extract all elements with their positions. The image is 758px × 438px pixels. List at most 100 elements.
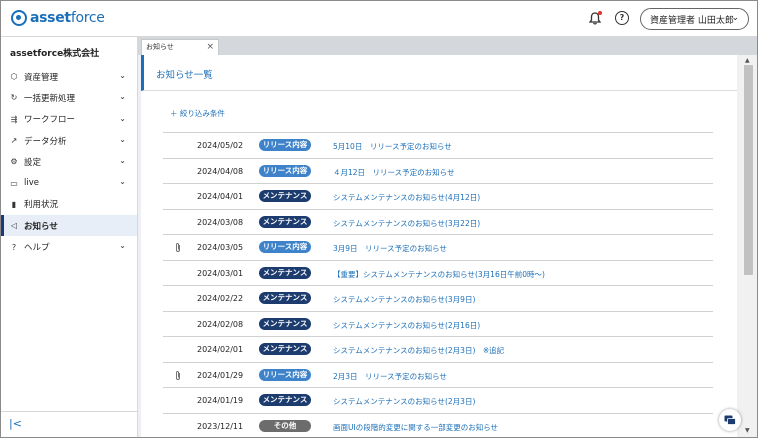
- notice-title-link[interactable]: 【重要】システムメンテナンスのお知らせ(3月16日午前0時〜): [333, 269, 545, 280]
- sidebar-nav: ⬡ 資産管理 ⌄ ↻ 一括更新処理 ⌄ ⇶ ワークフロー ⌄ ↗ データ分析 ⌄ ⚙ 設定 ⌄ ▭ live ⌄ ▮…: [1, 66, 137, 258]
- table-row[interactable]: 2024/03/05 リリース内容 3月9日 リリース予定のお知らせ: [163, 234, 713, 260]
- sidebar-item-8[interactable]: ? ヘルプ ⌄: [1, 236, 137, 257]
- notice-date: 2023/12/11: [197, 421, 244, 431]
- tab-bar: お知らせ ×: [138, 37, 757, 55]
- logo-text-bold: asset: [30, 10, 71, 26]
- filter-toggle-button[interactable]: ＋ 絞り込み条件: [170, 108, 225, 119]
- sidebar-item-5[interactable]: ▭ live ⌄: [1, 172, 137, 193]
- notice-title-link[interactable]: 5月10日 リリース予定のお知らせ: [333, 141, 452, 152]
- notice-title-link[interactable]: ４月12日 リリース予定のお知らせ: [333, 167, 455, 178]
- sidebar-item-label: 一括更新処理: [24, 93, 76, 104]
- tab-notices[interactable]: お知らせ ×: [141, 39, 219, 55]
- bar-chart-icon: ▮: [11, 199, 17, 209]
- table-row[interactable]: 2023/12/11 その他 画面UIの段階的変更に関する一部変更のお知らせ: [163, 412, 713, 438]
- notice-title-link[interactable]: システムメンテナンスのお知らせ(3月22日): [333, 218, 480, 229]
- table-row[interactable]: 2024/04/08 リリース内容 ４月12日 リリース予定のお知らせ: [163, 157, 713, 184]
- page-title: お知らせ一覧: [156, 70, 213, 81]
- table-row[interactable]: 2024/02/08 メンテナンス システムメンテナンスのお知らせ(2月16日): [163, 310, 713, 337]
- sidebar-item-label: 設定: [24, 157, 42, 168]
- sidebar-item-label: 資産管理: [24, 72, 59, 83]
- app-header: assetforce ? 資産管理者 山田太郎 ⌄: [1, 1, 757, 37]
- scroll-up-icon[interactable]: ▲: [745, 57, 750, 64]
- notice-title-link[interactable]: システムメンテナンスのお知らせ(4月12日): [333, 192, 480, 203]
- chevron-down-icon: ⌄: [119, 241, 126, 251]
- sidebar-item-0[interactable]: ⬡ 資産管理 ⌄: [1, 66, 137, 87]
- notice-title-link[interactable]: 画面UIの段階的変更に関する一部変更のお知らせ: [333, 422, 498, 433]
- category-badge: リリース内容: [259, 139, 311, 151]
- table-row[interactable]: 2024/04/01 メンテナンス システムメンテナンスのお知らせ(4月12日): [163, 183, 713, 209]
- refresh-icon: ↻: [10, 93, 18, 103]
- sidebar-item-7[interactable]: ◁ お知らせ: [1, 215, 137, 237]
- analytics-icon: ↗: [10, 136, 18, 146]
- app-logo[interactable]: assetforce: [11, 10, 105, 26]
- notice-date: 2024/04/01: [197, 192, 244, 201]
- tab-label: お知らせ: [146, 43, 174, 51]
- table-row[interactable]: 2024/02/22 メンテナンス システムメンテナンスのお知らせ(3月9日): [163, 285, 713, 311]
- chat-support-button[interactable]: [719, 409, 741, 431]
- chevron-down-icon: ⌄: [119, 177, 126, 187]
- sidebar-item-label: お知らせ: [24, 221, 58, 232]
- sidebar: assetforce株式会社 ⬡ 資産管理 ⌄ ↻ 一括更新処理 ⌄ ⇶ ワークフロー ⌄ ↗ デー…: [1, 37, 138, 437]
- sidebar-item-label: 利用状況: [24, 200, 59, 211]
- user-menu-button[interactable]: 資産管理者 山田太郎 ⌄: [640, 8, 749, 30]
- category-badge: リリース内容: [259, 164, 311, 177]
- chat-icon: ▭: [10, 178, 18, 188]
- notice-list: 2024/05/02 リリース内容 5月10日 リリース予定のお知らせ 2024/04…: [163, 132, 713, 437]
- sidebar-item-label: live: [24, 178, 39, 189]
- notice-date: 2024/01/29: [197, 370, 244, 380]
- notice-title-link[interactable]: 2月3日 リリース予定のお知らせ: [333, 371, 447, 382]
- cube-icon: ⬡: [10, 72, 18, 82]
- sidebar-item-6[interactable]: ▮ 利用状況: [1, 194, 137, 215]
- notice-title-link[interactable]: システムメンテナンスのお知らせ(3月9日): [333, 294, 475, 305]
- table-row[interactable]: 2024/03/01 メンテナンス 【重要】システムメンテナンスのお知らせ(3月16…: [163, 259, 713, 286]
- sidebar-item-3[interactable]: ↗ データ分析 ⌄: [1, 130, 137, 151]
- gear-icon: ⚙: [10, 157, 18, 167]
- user-name-label: 資産管理者 山田太郎: [650, 15, 734, 26]
- notice-date: 2024/02/08: [197, 319, 244, 329]
- page-title-bar: お知らせ一覧: [141, 55, 737, 91]
- sidebar-item-label: ヘルプ: [24, 243, 50, 254]
- table-row[interactable]: 2024/03/08 メンテナンス システムメンテナンスのお知らせ(3月22日): [163, 208, 713, 235]
- help-icon: ?: [11, 242, 17, 252]
- sidebar-item-1[interactable]: ↻ 一括更新処理 ⌄: [1, 87, 137, 108]
- paperclip-icon: [176, 243, 180, 252]
- company-name: assetforce株式会社: [10, 49, 100, 59]
- category-badge: メンテナンス: [259, 190, 311, 202]
- category-badge: メンテナンス: [259, 317, 311, 330]
- chevron-down-icon: ⌄: [119, 113, 126, 123]
- table-row[interactable]: 2024/05/02 リリース内容 5月10日 リリース予定のお知らせ: [163, 132, 713, 158]
- help-circle-icon[interactable]: ?: [615, 11, 629, 25]
- category-badge: メンテナンス: [259, 266, 311, 279]
- category-badge: メンテナンス: [259, 215, 311, 228]
- notice-title-link[interactable]: システムメンテナンスのお知らせ(2月3日): [333, 396, 475, 407]
- logo-mark-icon: [11, 10, 27, 26]
- notice-date: 2024/02/22: [197, 294, 244, 303]
- notice-date: 2024/03/08: [197, 217, 244, 227]
- sidebar-item-label: データ分析: [24, 136, 67, 147]
- scroll-down-icon[interactable]: ▼: [745, 427, 750, 434]
- category-badge: リリース内容: [259, 368, 311, 381]
- logo-text-thin: force: [70, 10, 105, 26]
- notice-title-link[interactable]: 3月9日 リリース予定のお知らせ: [333, 243, 447, 254]
- workflow-icon: ⇶: [10, 114, 18, 124]
- notice-date: 2024/01/19: [197, 396, 244, 405]
- table-row[interactable]: 2024/02/01 メンテナンス システムメンテナンスのお知らせ(2月3日) ※追…: [163, 336, 713, 362]
- sidebar-item-2[interactable]: ⇶ ワークフロー ⌄: [1, 109, 137, 130]
- chevron-down-icon: ⌄: [731, 13, 739, 23]
- category-badge: メンテナンス: [259, 394, 311, 406]
- table-row[interactable]: 2024/01/29 リリース内容 2月3日 リリース予定のお知らせ: [163, 361, 713, 388]
- chevron-down-icon: ⌄: [119, 134, 126, 144]
- main-content: お知らせ一覧 ＋ 絞り込み条件 2024/05/02 リリース内容 5月10日 リリ…: [138, 55, 740, 437]
- scroll-thumb[interactable]: [744, 65, 753, 275]
- table-row[interactable]: 2024/01/19 メンテナンス システムメンテナンスのお知らせ(2月3日): [163, 387, 713, 413]
- sidebar-item-4[interactable]: ⚙ 設定 ⌄: [1, 151, 137, 172]
- category-badge: その他: [259, 419, 311, 432]
- chevron-down-icon: ⌄: [119, 71, 126, 80]
- notice-date: 2024/03/01: [197, 268, 244, 278]
- close-icon[interactable]: ×: [206, 40, 214, 55]
- notice-title-link[interactable]: システムメンテナンスのお知らせ(2月16日): [333, 320, 480, 331]
- sidebar-collapse-button[interactable]: |<: [1, 411, 137, 437]
- scrollbar[interactable]: ▲ ▼: [740, 55, 757, 437]
- category-badge: メンテナンス: [259, 292, 311, 304]
- notice-title-link[interactable]: システムメンテナンスのお知らせ(2月3日) ※追記: [333, 345, 504, 356]
